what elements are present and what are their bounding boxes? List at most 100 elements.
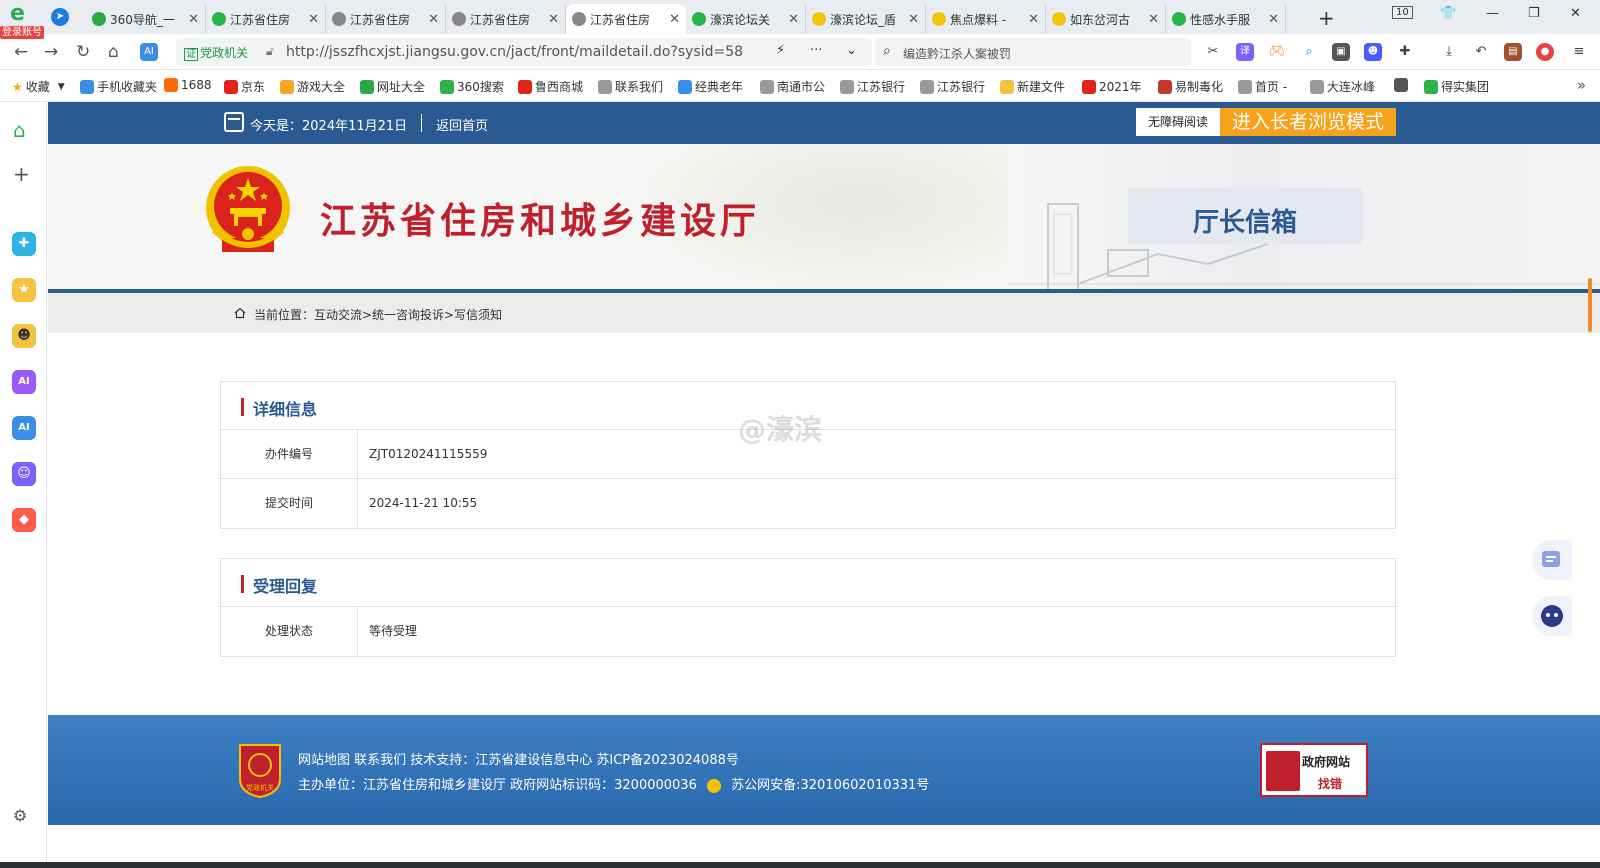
- sidebar-favorites-icon[interactable]: ★: [12, 278, 36, 302]
- footer-police-record[interactable]: 苏公网安备:32010602010331号: [731, 778, 929, 793]
- tab-close-icon[interactable]: ✕: [669, 12, 680, 27]
- tab-close-icon[interactable]: ✕: [428, 12, 439, 27]
- undo-icon[interactable]: ↶: [1472, 43, 1490, 61]
- tab-close-icon[interactable]: ✕: [188, 12, 199, 27]
- tab-favicon-icon: [1172, 12, 1186, 26]
- caret-down-icon[interactable]: ▼: [58, 82, 65, 92]
- bookmark-item[interactable]: 1688: [164, 78, 212, 92]
- party-government-badge[interactable]: 党政机关: [236, 741, 284, 799]
- accessibility-button[interactable]: 无障碍阅读: [1136, 108, 1220, 136]
- sidebar-add-icon[interactable]: +: [13, 162, 30, 186]
- breadcrumb-bar: 当前位置：互动交流>统一咨询投诉>写信须知: [48, 293, 1600, 333]
- breadcrumb[interactable]: 当前位置：互动交流>统一咨询投诉>写信须知: [254, 306, 502, 323]
- floating-assistant-button[interactable]: [1532, 596, 1572, 636]
- insecure-lock-icon[interactable]: 🔓︎: [266, 44, 274, 59]
- lightning-icon[interactable]: ⚡︎: [776, 43, 785, 58]
- bookmark-favicon-icon: [920, 79, 934, 94]
- sidebar-home-icon[interactable]: ⌂: [13, 118, 26, 142]
- bookmark-label: 经典老年: [695, 80, 744, 94]
- bookmark-item[interactable]: [1394, 78, 1411, 92]
- reload-button[interactable]: ↻: [76, 42, 90, 62]
- footer-links[interactable]: 网站地图 联系我们 技术支持：江苏省建设信息中心 苏ICP备2023024088…: [298, 749, 739, 768]
- sidebar-apps-icon[interactable]: ✚: [12, 232, 36, 256]
- login-badge[interactable]: 登录账号: [0, 26, 44, 39]
- tab-close-icon[interactable]: ✕: [1268, 12, 1279, 27]
- briefcase-icon[interactable]: ▤: [1504, 43, 1522, 61]
- tab[interactable]: 性感水手服 ✕: [1166, 4, 1286, 34]
- tab-count-badge[interactable]: 10: [1392, 6, 1413, 19]
- sidebar-settings-icon[interactable]: ⚙: [13, 806, 27, 825]
- magnifier-icon[interactable]: ⌕: [1300, 43, 1318, 61]
- forward-button[interactable]: →: [44, 42, 58, 62]
- bookmark-item[interactable]: 联系我们: [598, 78, 663, 95]
- elder-mode-button[interactable]: 进入长者浏览模式: [1220, 108, 1396, 136]
- tab[interactable]: 江苏省住房 ✕: [326, 4, 446, 34]
- bookmark-item[interactable]: 2021年: [1082, 78, 1142, 95]
- tab[interactable]: 焦点爆料 - ✕: [926, 4, 1046, 34]
- sidebar-ai-assistant-icon[interactable]: AI: [12, 370, 36, 394]
- bookmark-item[interactable]: 南通市公: [760, 78, 825, 95]
- minimize-button[interactable]: —: [1486, 6, 1499, 21]
- tab[interactable]: 360导航_一 ✕: [86, 4, 206, 34]
- tab-close-icon[interactable]: ✕: [548, 12, 559, 27]
- new-tab-button[interactable]: +: [1318, 6, 1335, 30]
- navigation-icon[interactable]: ➤: [51, 8, 69, 26]
- tab-close-icon[interactable]: ✕: [1028, 12, 1039, 27]
- sidebar-game-icon[interactable]: ◆: [12, 508, 36, 532]
- bookmark-item[interactable]: 得实集团: [1424, 78, 1489, 95]
- back-home-link[interactable]: 返回首页: [436, 115, 488, 134]
- tab[interactable]: 濠滨论坛关 ✕: [686, 4, 806, 34]
- url-field[interactable]: 证党政机关 🔓︎ http://jsszfhcxjst.jiangsu.gov.…: [176, 38, 872, 66]
- tab-close-icon[interactable]: ✕: [308, 12, 319, 27]
- ai-icon[interactable]: AI: [140, 43, 158, 61]
- sidebar-chat-icon[interactable]: ☺: [12, 462, 36, 486]
- tab-close-icon[interactable]: ✕: [1148, 12, 1159, 27]
- extensions-icon[interactable]: ✚: [1396, 43, 1414, 61]
- bookmark-favorites[interactable]: ★ 收藏 ▼: [12, 78, 65, 95]
- bookmark-item[interactable]: 首页 -: [1238, 78, 1287, 95]
- bookmark-item[interactable]: 易制毒化: [1158, 78, 1223, 95]
- bookmark-item[interactable]: 江苏银行: [920, 78, 985, 95]
- bookmark-item[interactable]: 鲁西商城: [518, 78, 583, 95]
- tab[interactable]: 江苏省住房 ✕: [206, 4, 326, 34]
- bookmark-label: 首页 -: [1255, 80, 1288, 94]
- tab[interactable]: 濠滨论坛_盾 ✕: [806, 4, 926, 34]
- search-input[interactable]: ⌕ 编造黔江杀人案被罚: [875, 38, 1191, 66]
- avatar[interactable]: ●: [1536, 43, 1554, 61]
- close-window-button[interactable]: ✕: [1570, 6, 1581, 21]
- floating-feedback-button[interactable]: [1532, 540, 1572, 580]
- screenshot-icon[interactable]: ▣: [1332, 43, 1350, 61]
- download-icon[interactable]: ⤓: [1440, 43, 1458, 61]
- chevron-down-icon[interactable]: ⌄: [846, 43, 857, 58]
- bookmark-item[interactable]: 网址大全: [360, 78, 425, 95]
- more-icon[interactable]: ···: [810, 43, 822, 58]
- skin-icon[interactable]: 👕: [1440, 6, 1456, 21]
- bookmark-item[interactable]: 大连冰峰: [1310, 78, 1375, 95]
- bookmark-item[interactable]: 游戏大全: [280, 78, 345, 95]
- scrollbar-thumb[interactable]: [1588, 278, 1592, 332]
- bookmark-item[interactable]: 手机收藏夹: [80, 78, 157, 95]
- restore-button[interactable]: ❐: [1528, 6, 1540, 21]
- bookmarks-overflow-icon[interactable]: »: [1577, 76, 1586, 94]
- translate-icon[interactable]: 译: [1236, 43, 1254, 61]
- tab[interactable]: 如东岔河古 ✕: [1046, 4, 1166, 34]
- bookmark-folder[interactable]: 新建文件: [1000, 78, 1065, 95]
- home-button[interactable]: ⌂: [108, 42, 119, 62]
- tab-active[interactable]: 江苏省住房 ✕: [566, 4, 686, 34]
- chat-bot-icon[interactable]: ☻: [1364, 43, 1382, 61]
- sidebar-ai-icon[interactable]: AI: [12, 416, 36, 440]
- tab-favicon-icon: [332, 12, 346, 26]
- game-icon[interactable]: 🎮︎: [1268, 43, 1286, 61]
- sidebar-robot-icon[interactable]: ☻: [12, 324, 36, 348]
- bookmark-item[interactable]: 360搜索: [440, 78, 504, 95]
- bookmark-item[interactable]: 经典老年: [678, 78, 743, 95]
- back-button[interactable]: ←: [14, 42, 28, 62]
- gov-site-report-button[interactable]: 政府网站 找错: [1260, 743, 1368, 797]
- tab-close-icon[interactable]: ✕: [908, 12, 919, 27]
- bookmark-item[interactable]: 京东: [224, 78, 265, 95]
- scissors-icon[interactable]: ✂: [1204, 43, 1222, 61]
- menu-icon[interactable]: ≡: [1570, 43, 1588, 61]
- tab[interactable]: 江苏省住房 ✕: [446, 4, 566, 34]
- tab-close-icon[interactable]: ✕: [788, 12, 799, 27]
- bookmark-item[interactable]: 江苏银行: [840, 78, 905, 95]
